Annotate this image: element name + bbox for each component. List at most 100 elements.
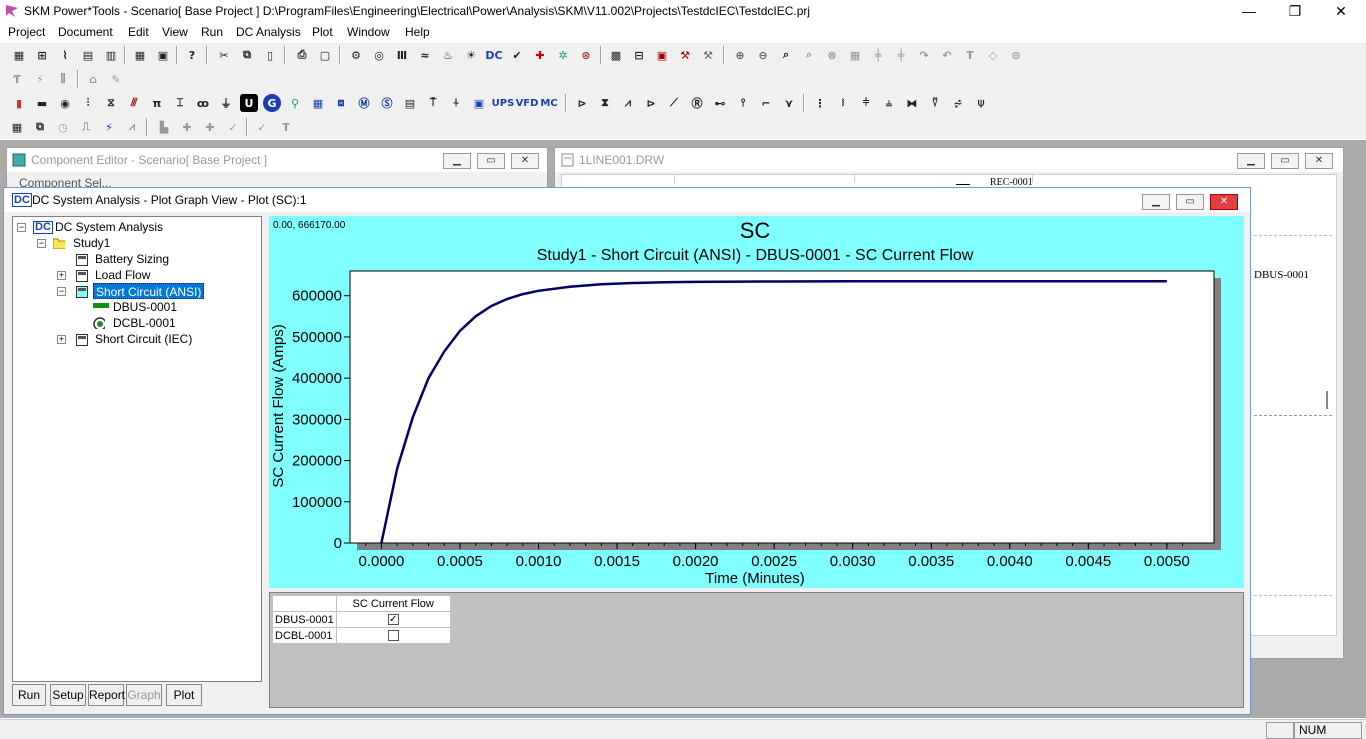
u-icon[interactable]: U [240, 94, 258, 112]
help-pointer-icon[interactable]: ? [183, 46, 201, 64]
tool-gray-icon[interactable]: ⚒ [699, 46, 717, 64]
bus-icon[interactable]: ▬ [33, 94, 51, 112]
legend-checkbox-dcbl[interactable] [387, 630, 399, 642]
battery-icon[interactable]: ▮ [10, 94, 28, 112]
text-style-icon[interactable]: Ƭ [8, 70, 26, 88]
vertical-meter-icon[interactable]: ⧓ [903, 94, 921, 112]
tree-dcbl-0001[interactable]: DCBL-0001 [113, 315, 176, 331]
tab-run[interactable]: Run [12, 684, 46, 706]
tool-red-icon[interactable]: ⚒ [676, 46, 694, 64]
panel-icon[interactable]: ▦ [309, 94, 327, 112]
run-study-icon[interactable]: ⚙ [347, 46, 365, 64]
tab-setup[interactable]: Setup [50, 684, 86, 706]
vertical-breaker-icon[interactable]: ⋮ [811, 94, 829, 112]
ups-icon[interactable]: UPS [491, 94, 515, 112]
zoom-all-icon[interactable]: ⌕ [800, 46, 818, 64]
report-red-icon[interactable]: ▣ [653, 46, 671, 64]
print-preview-icon[interactable]: ▢ [316, 46, 334, 64]
tree-root[interactable]: DC System Analysis [55, 219, 163, 235]
harmonic-icon[interactable]: Ⅲ [393, 46, 411, 64]
breaker2-icon[interactable]: ⊳ [642, 94, 660, 112]
plot-close-button[interactable]: ✕ [1210, 194, 1238, 210]
plot-window-titlebar[interactable]: DC DC System Analysis - Plot Graph View … [4, 188, 1250, 212]
meter-icon[interactable]: ⊷ [711, 94, 729, 112]
vertical-fuse-icon[interactable]: ⧘ [834, 94, 852, 112]
menu-window[interactable]: Window [347, 25, 390, 39]
tree-collapse-study[interactable]: − [37, 239, 46, 248]
add-icon[interactable]: ✚ [178, 118, 196, 136]
bulb-icon[interactable]: ☀ [462, 46, 480, 64]
legend-checkbox-dbus[interactable]: ✓ [387, 614, 399, 626]
plot-maximize-button[interactable]: ▭ [1176, 194, 1204, 210]
calc-icon[interactable]: ▦ [8, 118, 26, 136]
tab-graph[interactable]: Graph [126, 684, 162, 706]
component-editor-minimize-button[interactable]: ▁ [443, 153, 471, 169]
synchronous-icon[interactable]: Ⓢ [378, 94, 396, 112]
tree-expand-sc-iec[interactable]: + [57, 335, 66, 344]
diamond-icon[interactable]: ◇ [984, 46, 1002, 64]
plot-graph-window[interactable]: DC DC System Analysis - Plot Graph View … [3, 187, 1251, 715]
ground-grid-icon[interactable]: ⊛ [577, 46, 595, 64]
fuse2-icon[interactable]: ⧗ [596, 94, 614, 112]
text-tool-icon[interactable]: T [961, 46, 979, 64]
component-editor-titlebar[interactable]: Component Editor - Scenario[ Base Projec… [7, 148, 547, 172]
close-button[interactable]: ✕ [1318, 0, 1364, 23]
disconnect-icon[interactable]: ⟋ [665, 94, 683, 112]
window-icon[interactable]: ⧉ [31, 118, 49, 136]
database-icon[interactable]: ▦ [131, 46, 149, 64]
breaker-icon[interactable]: ⊳ [573, 94, 591, 112]
relay-icon[interactable]: ⍑ [424, 94, 442, 112]
mcc-icon[interactable]: ▤ [401, 94, 419, 112]
menu-dc-analysis[interactable]: DC Analysis [236, 25, 301, 39]
copy-icon[interactable]: ⧉ [238, 46, 256, 64]
print-icon[interactable]: ⎙ [293, 46, 311, 64]
r-icon[interactable]: Ⓡ [688, 94, 706, 112]
tree-battery-sizing[interactable]: Battery Sizing [95, 251, 169, 267]
waveform-icon[interactable]: ≈ [416, 46, 434, 64]
new-project-icon[interactable]: ▦ [10, 46, 28, 64]
maximize-button[interactable]: ❐ [1272, 0, 1318, 23]
wire-icon[interactable]: ⌐ [757, 94, 775, 112]
oneline-scrollthumb[interactable] [1326, 391, 1328, 409]
study-tree[interactable]: − DC DC System Analysis − Study1 Battery… [12, 216, 262, 682]
zoom-out-icon[interactable]: ⊖ [754, 46, 772, 64]
tree-expand-loadflow[interactable]: + [57, 271, 66, 280]
tree-short-circuit-ansi[interactable]: Short Circuit (ANSI) [93, 283, 205, 299]
menu-help[interactable]: Help [405, 25, 430, 39]
cube-icon[interactable]: ⧈ [332, 94, 350, 112]
switch-icon[interactable]: ⌶ [171, 94, 189, 112]
chart-area[interactable]: 0.00, 666170.00 SC Study1 - Short Circui… [269, 216, 1244, 588]
arcflash-icon[interactable]: ♨ [439, 46, 457, 64]
utility-icon[interactable]: ◉ [56, 94, 74, 112]
menu-plot[interactable]: Plot [312, 25, 333, 39]
datablock-icon[interactable]: ⊟ [630, 46, 648, 64]
vertical-ground-icon[interactable]: ⩫ [949, 94, 967, 112]
grid-icon[interactable]: ▦ [846, 46, 864, 64]
t-icon[interactable]: T [277, 118, 295, 136]
oneline-icon[interactable]: ⌇ [56, 46, 74, 64]
transformer3-icon[interactable]: ⫻ [125, 94, 143, 112]
menu-project[interactable]: Project [8, 25, 45, 39]
sc-chart[interactable]: SC Study1 - Short Circuit (ANSI) - DBUS-… [269, 216, 1244, 588]
vertical-other-icon[interactable]: ⍦ [972, 94, 990, 112]
screen-icon[interactable]: ▣ [470, 94, 488, 112]
component-editor-maximize-button[interactable]: ▭ [477, 153, 505, 169]
pencil-icon[interactable]: ✎ [107, 70, 125, 88]
vertical-switch-icon[interactable]: ⫩ [857, 94, 875, 112]
tree-icon[interactable]: ✲ [554, 46, 572, 64]
vertical-motor-icon[interactable]: ⍢ [926, 94, 944, 112]
rec-symbol[interactable] [956, 175, 970, 185]
plus-red-icon[interactable]: ✚ [531, 46, 549, 64]
reactor-icon[interactable]: ꝏ [194, 94, 212, 112]
capacitor-icon[interactable]: ⍭ [447, 94, 465, 112]
open-icon[interactable]: ⊞ [33, 46, 51, 64]
check2-icon[interactable]: ✓ [224, 118, 242, 136]
redo-icon[interactable]: ↷ [915, 46, 933, 64]
oneline-maximize-button[interactable]: ▭ [1271, 153, 1299, 169]
switch2-icon[interactable]: ⩘ [619, 94, 637, 112]
pulse-icon[interactable]: ⎍ [77, 118, 95, 136]
minimize-button[interactable]: — [1226, 0, 1272, 23]
generator-icon[interactable]: G [263, 94, 281, 112]
zoom-in-icon[interactable]: ⊕ [731, 46, 749, 64]
fuse-icon[interactable]: ⏚ [217, 94, 235, 112]
